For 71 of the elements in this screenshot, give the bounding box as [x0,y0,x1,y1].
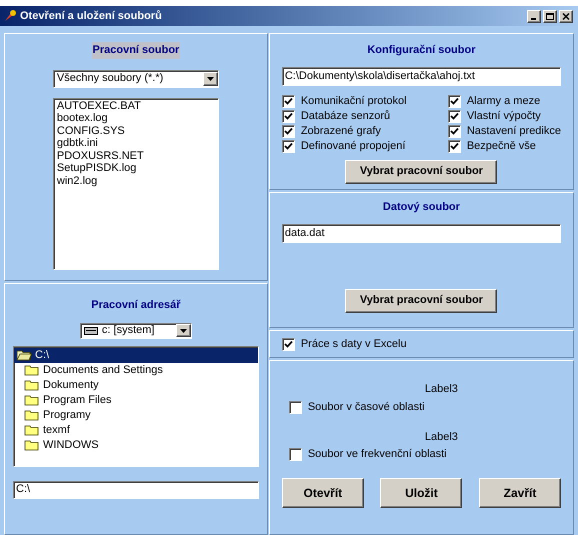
file-item[interactable]: gdbtk.ini [56,137,218,150]
checkbox[interactable] [282,110,295,122]
select-file-button[interactable]: Vybrat pracovní soubor [345,160,498,184]
folder-item[interactable]: Programy [14,408,258,422]
folder-icon [24,379,40,391]
checkbox[interactable] [288,400,302,414]
checkbox-label: Databáze senzorů [300,108,390,124]
app-icon [3,9,17,23]
check-icon [284,340,293,348]
folder-item[interactable]: texmf [14,422,258,438]
maximize-icon [546,12,554,20]
section-heading: Pracovní soubor [92,42,180,58]
checkbox[interactable] [282,140,295,152]
open-folder-icon [16,349,32,361]
action-button[interactable]: Otevřít [282,478,364,508]
checkbox[interactable] [448,140,461,152]
checkbox-label: Soubor v časové oblasti [308,400,425,415]
drive-dropdown[interactable]: c: [system] [80,322,192,338]
config-path-field[interactable]: C:\Dokumenty\skola\disertačka\ahoj.txt [282,66,561,86]
file-item[interactable]: win2.log [56,174,218,187]
checkbox[interactable] [448,110,461,122]
checkbox-label: Práce s daty v Excelu [300,336,407,352]
close-icon [562,12,570,20]
folder-item[interactable]: Documents and Settings [14,362,258,378]
action-button[interactable]: Uložit [380,478,462,508]
select-file-button[interactable]: Vybrat pracovní soubor [345,288,498,312]
folder-icon [24,409,40,421]
checkbox-label: Nastavení predikce [466,124,561,139]
drive-icon [84,326,98,334]
minimize-button[interactable] [527,10,541,22]
folder-item[interactable]: Program Files [14,392,258,408]
folder-icon [24,439,40,451]
data-file-field[interactable]: data.dat [282,224,561,242]
checkbox[interactable] [448,94,461,108]
folder-tree[interactable]: C:\ Documents and Settings Dokumenty Program Files Programy texmf WINDOWS [13,346,259,466]
caption-label: Label3 [424,430,458,444]
folder-item[interactable]: WINDOWS [14,438,258,452]
action-button[interactable]: Zavřít [478,478,561,508]
folder-icon [24,424,40,436]
close-button[interactable] [559,10,573,22]
caret-icon [206,76,214,80]
file-item[interactable]: CONFIG.SYS [56,124,218,137]
filter-dropdown[interactable]: Všechny soubory (*.*) [52,70,219,88]
caption-label: Label3 [424,382,458,397]
folder-item[interactable]: Dokumenty [14,378,258,392]
path-field[interactable]: C:\ [13,480,259,498]
caret-icon [180,328,187,332]
file-item[interactable]: SetupPISDK.log [56,162,218,174]
section-heading: Pracovní adresář [91,298,181,313]
maximize-button[interactable] [543,10,557,22]
window-title: Otevření a uložení souborů [20,8,162,24]
section-heading: Konfigurační soubor [367,43,476,58]
folder-icon [24,394,40,406]
file-item[interactable]: PDOXUSRS.NET [56,150,218,162]
file-item[interactable]: bootex.log [56,112,218,124]
checkbox-label: Vlastní výpočty [466,108,541,124]
checkbox[interactable] [282,338,295,350]
checkbox-label: Komunikační protokol [300,94,407,109]
checkbox[interactable] [282,124,295,138]
checkbox[interactable] [288,448,302,461]
file-item[interactable]: AUTOEXEC.BAT [56,100,218,112]
checkbox-label: Soubor ve frekvenční oblasti [308,447,447,462]
checkbox-label: Bezpečně vše [466,138,536,154]
checkbox-label: Alarmy a meze [466,94,540,109]
checkbox[interactable] [282,94,295,108]
checkbox[interactable] [448,124,461,138]
file-list[interactable]: AUTOEXEC.BAT bootex.log CONFIG.SYS gdbtk.ini PDOXUSRS.NET SetupPISDK.log win2.log [52,98,219,270]
checkbox-label: Zobrazené grafy [300,124,381,139]
folder-item[interactable]: C:\ [14,348,258,362]
section-heading: Datový soubor [382,200,460,215]
checkbox-label: Definované propojení [300,138,406,154]
